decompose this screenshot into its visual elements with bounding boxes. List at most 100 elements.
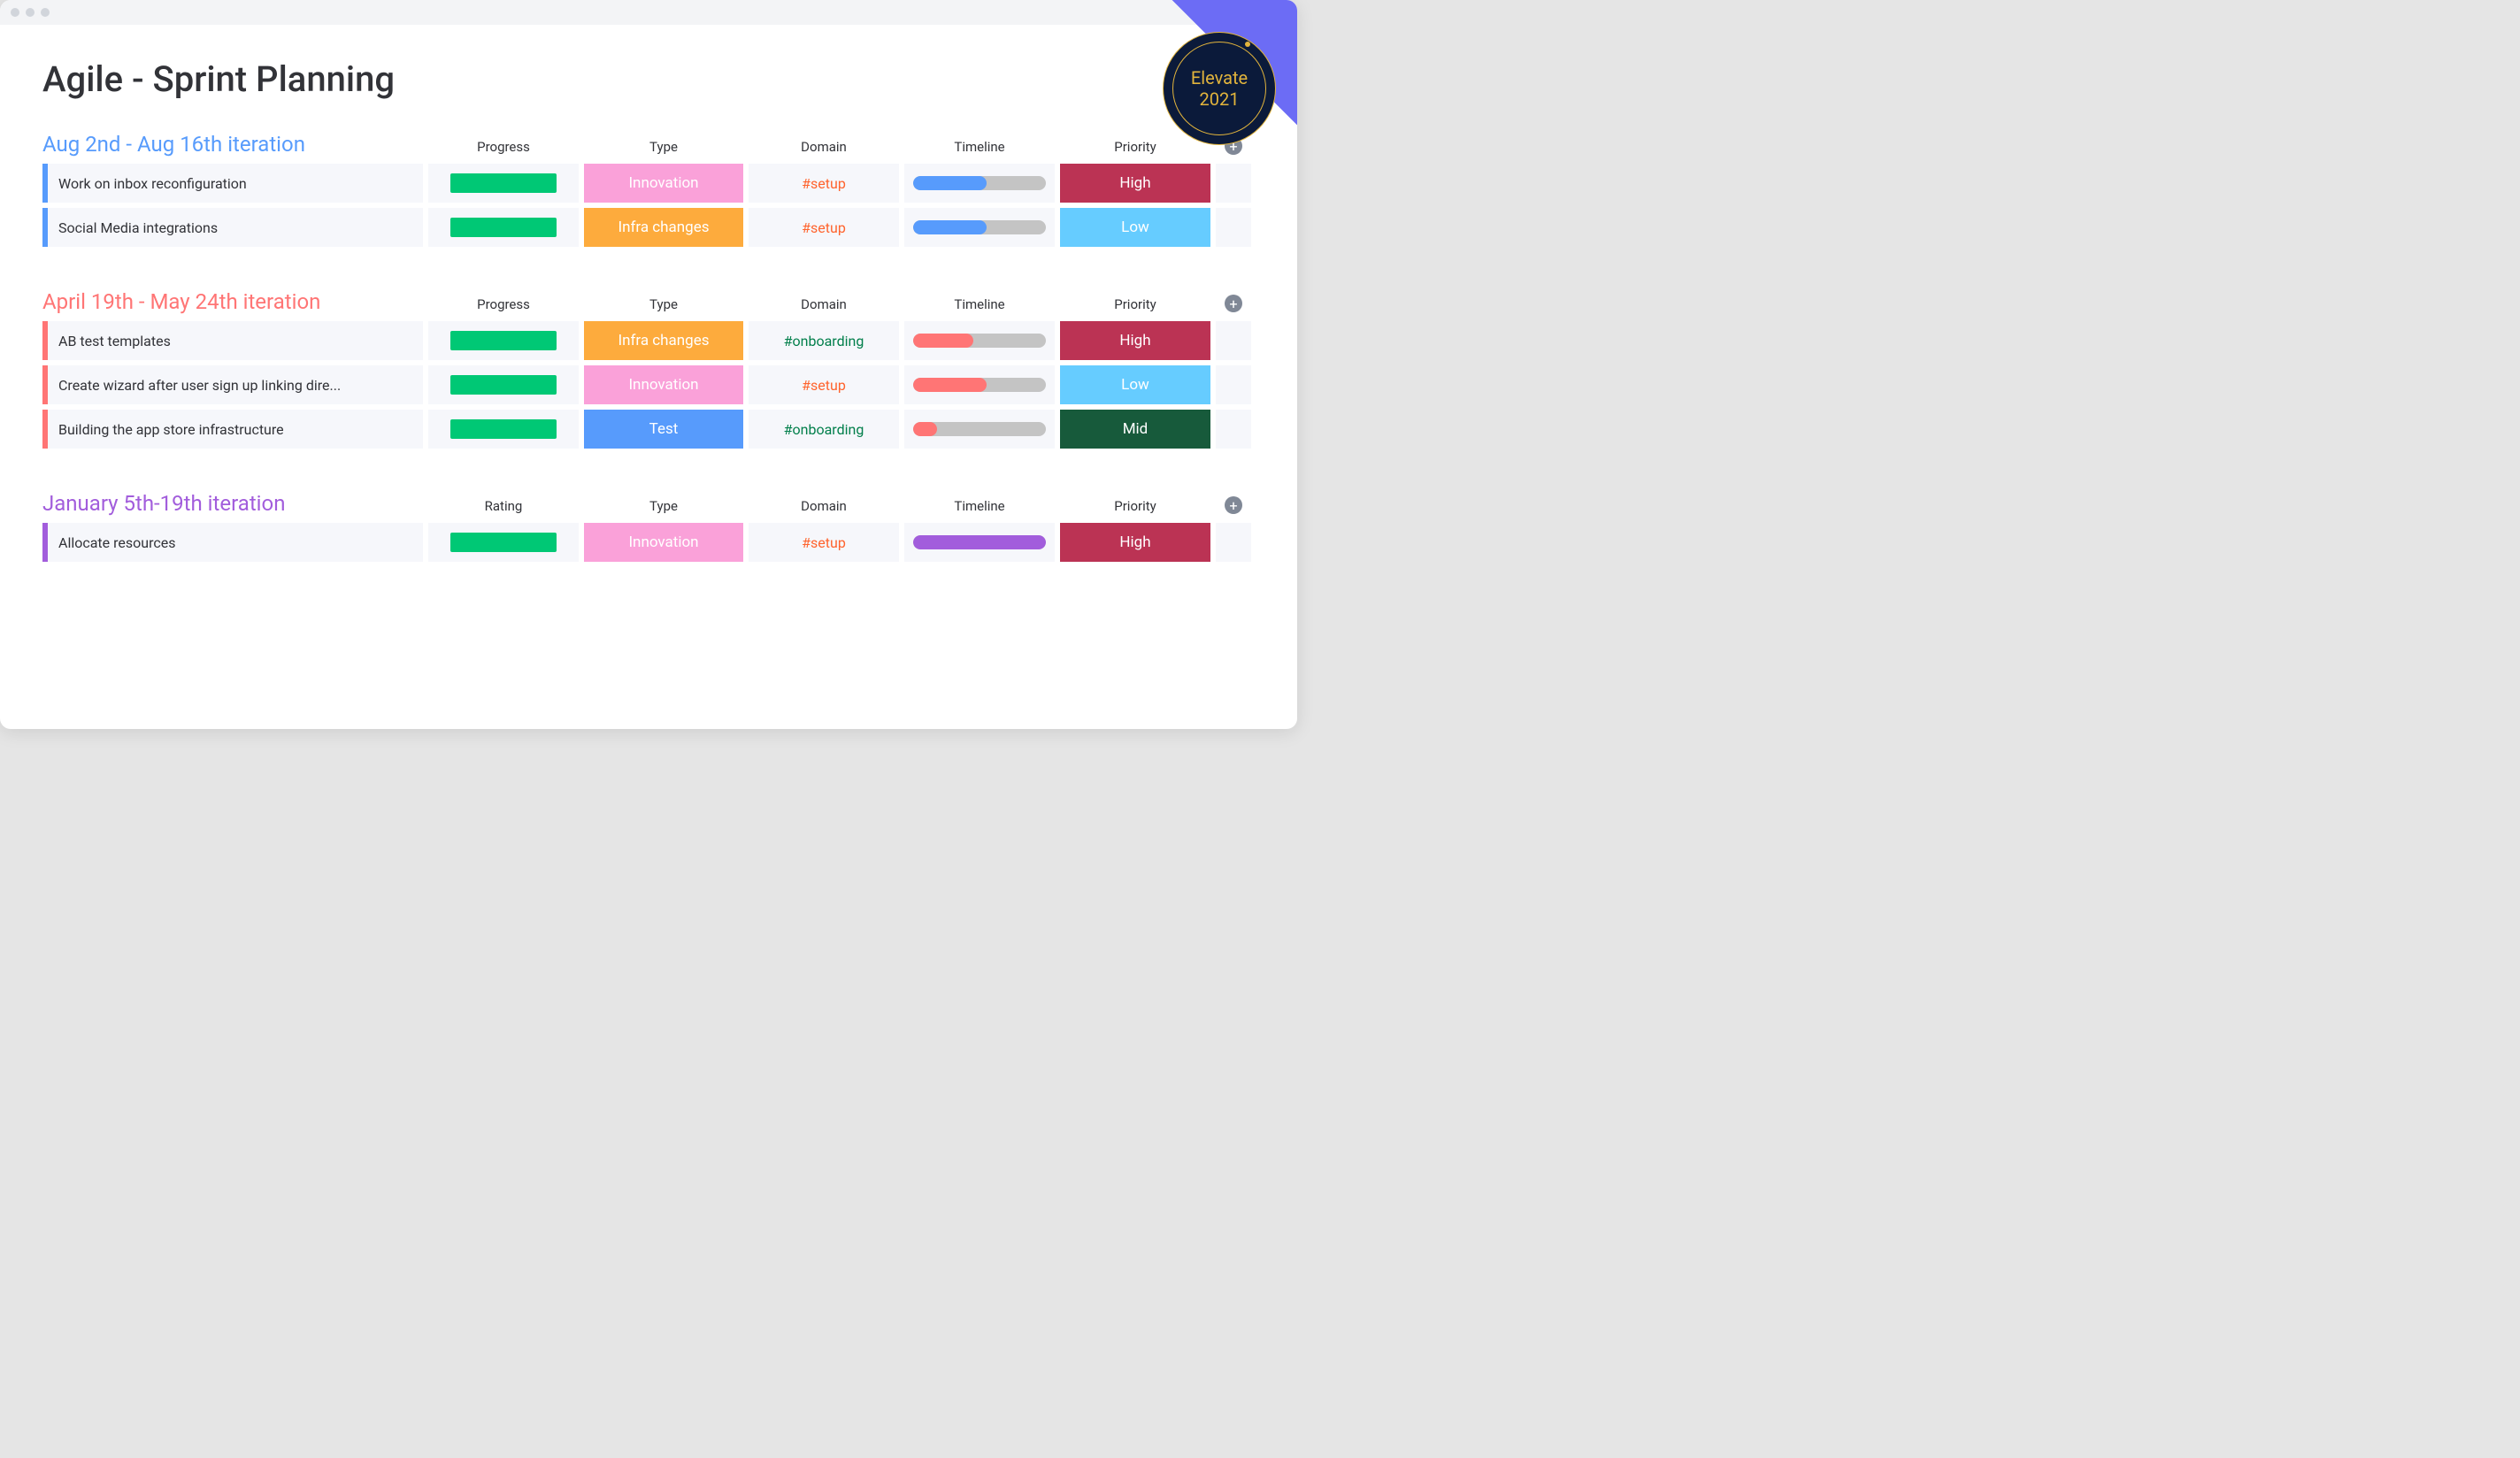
sprint-group: April 19th - May 24th iterationProgressT… <box>42 289 1255 449</box>
timeline-fill <box>913 535 1046 549</box>
page-title: Agile - Sprint Planning <box>42 58 1255 100</box>
type-cell[interactable]: Test <box>584 410 743 449</box>
task-name-cell[interactable]: Allocate resources <box>42 523 423 562</box>
content-area: Agile - Sprint Planning Aug 2nd - Aug 16… <box>0 25 1297 622</box>
progress-cell[interactable] <box>428 164 579 203</box>
column-header[interactable]: Rating <box>428 498 579 518</box>
window-dot-close[interactable] <box>11 8 19 17</box>
priority-cell[interactable]: High <box>1060 321 1210 360</box>
group-title[interactable]: Aug 2nd - Aug 16th iteration <box>42 132 423 158</box>
group-title[interactable]: January 5th-19th iteration <box>42 491 423 518</box>
timeline-track <box>913 378 1046 392</box>
type-cell[interactable]: Infra changes <box>584 321 743 360</box>
column-header[interactable]: Progress <box>428 296 579 316</box>
domain-cell[interactable]: #setup <box>749 164 899 203</box>
add-column-button[interactable]: + <box>1225 295 1242 312</box>
progress-cell[interactable] <box>428 208 579 247</box>
type-cell[interactable]: Innovation <box>584 164 743 203</box>
column-header[interactable]: Progress <box>428 139 579 158</box>
domain-tag: #setup <box>802 219 846 236</box>
progress-cell[interactable] <box>428 523 579 562</box>
column-header[interactable]: Timeline <box>904 498 1055 518</box>
type-cell[interactable]: Infra changes <box>584 208 743 247</box>
domain-cell[interactable]: #setup <box>749 365 899 404</box>
sprint-group: Aug 2nd - Aug 16th iteration Progress Type… <box>42 132 1255 247</box>
timeline-track <box>913 220 1046 234</box>
column-header[interactable]: Domain <box>749 139 899 158</box>
timeline-cell[interactable] <box>904 365 1055 404</box>
task-name-cell[interactable]: Work on inbox reconfiguration <box>42 164 423 203</box>
domain-cell[interactable]: #setup <box>749 523 899 562</box>
priority-cell[interactable]: Low <box>1060 365 1210 404</box>
progress-cell[interactable] <box>428 365 579 404</box>
timeline-cell[interactable] <box>904 410 1055 449</box>
domain-tag: #setup <box>802 175 846 192</box>
task-name-cell[interactable]: Building the app store infrastructure <box>42 410 423 449</box>
type-cell[interactable]: Innovation <box>584 523 743 562</box>
group-header: January 5th-19th iterationRatingType Doma… <box>42 491 1255 518</box>
timeline-track <box>913 176 1046 190</box>
column-header[interactable]: Type <box>584 498 743 518</box>
column-header[interactable]: Type <box>584 139 743 158</box>
row-end-cell <box>1216 365 1251 404</box>
domain-tag: #onboarding <box>784 421 864 438</box>
timeline-cell[interactable] <box>904 208 1055 247</box>
window-dot-minimize[interactable] <box>26 8 35 17</box>
add-column-button[interactable]: + <box>1225 496 1242 514</box>
badge-circle: Elevate 2021 <box>1163 32 1276 145</box>
group-title[interactable]: April 19th - May 24th iteration <box>42 289 423 316</box>
table-row: AB test templates Infra changes #onboardin… <box>42 321 1255 360</box>
priority-cell[interactable]: High <box>1060 523 1210 562</box>
column-header[interactable]: Domain <box>749 296 899 316</box>
timeline-cell[interactable] <box>904 321 1055 360</box>
group-header: April 19th - May 24th iterationProgressT… <box>42 289 1255 316</box>
priority-cell[interactable]: Low <box>1060 208 1210 247</box>
badge-line2: 2021 <box>1200 88 1240 110</box>
domain-tag: #onboarding <box>784 333 864 349</box>
progress-bar <box>450 419 557 439</box>
window-titlebar <box>0 0 1297 25</box>
progress-bar <box>450 533 557 552</box>
row-end-cell <box>1216 523 1251 562</box>
task-name-cell[interactable]: Social Media integrations <box>42 208 423 247</box>
task-name-cell[interactable]: Create wizard after user sign up linking… <box>42 365 423 404</box>
timeline-fill <box>913 422 937 436</box>
timeline-track <box>913 535 1046 549</box>
progress-cell[interactable] <box>428 321 579 360</box>
groups-container: Aug 2nd - Aug 16th iterationProgressType… <box>42 132 1255 562</box>
column-header[interactable]: Priority <box>1060 296 1210 316</box>
column-header[interactable]: Domain <box>749 498 899 518</box>
badge-dot-icon <box>1245 42 1250 47</box>
timeline-track <box>913 334 1046 348</box>
domain-cell[interactable]: #onboarding <box>749 321 899 360</box>
column-header[interactable]: Timeline <box>904 296 1055 316</box>
table-row: Building the app store infrastructure Tes… <box>42 410 1255 449</box>
row-end-cell <box>1216 321 1251 360</box>
progress-cell[interactable] <box>428 410 579 449</box>
progress-bar <box>450 375 557 395</box>
row-end-cell <box>1216 410 1251 449</box>
window-dot-maximize[interactable] <box>41 8 50 17</box>
badge-line1: Elevate <box>1191 67 1248 88</box>
priority-cell[interactable]: Mid <box>1060 410 1210 449</box>
domain-tag: #setup <box>802 377 846 394</box>
table-row: Social Media integrations Infra changes #s… <box>42 208 1255 247</box>
app-window: Elevate 2021 Agile - Sprint Planning Aug… <box>0 0 1297 729</box>
table-row: Allocate resources Innovation #setup High <box>42 523 1255 562</box>
domain-cell[interactable]: #setup <box>749 208 899 247</box>
task-name-cell[interactable]: AB test templates <box>42 321 423 360</box>
domain-cell[interactable]: #onboarding <box>749 410 899 449</box>
column-header[interactable]: Priority <box>1060 498 1210 518</box>
row-end-cell <box>1216 208 1251 247</box>
column-header[interactable]: Timeline <box>904 139 1055 158</box>
type-cell[interactable]: Innovation <box>584 365 743 404</box>
group-header: Aug 2nd - Aug 16th iteration Progress Type… <box>42 132 1255 158</box>
timeline-fill <box>913 334 973 348</box>
column-header[interactable]: Type <box>584 296 743 316</box>
timeline-cell[interactable] <box>904 523 1055 562</box>
timeline-fill <box>913 220 987 234</box>
timeline-fill <box>913 176 987 190</box>
timeline-cell[interactable] <box>904 164 1055 203</box>
progress-bar <box>450 173 557 193</box>
domain-tag: #setup <box>802 534 846 551</box>
